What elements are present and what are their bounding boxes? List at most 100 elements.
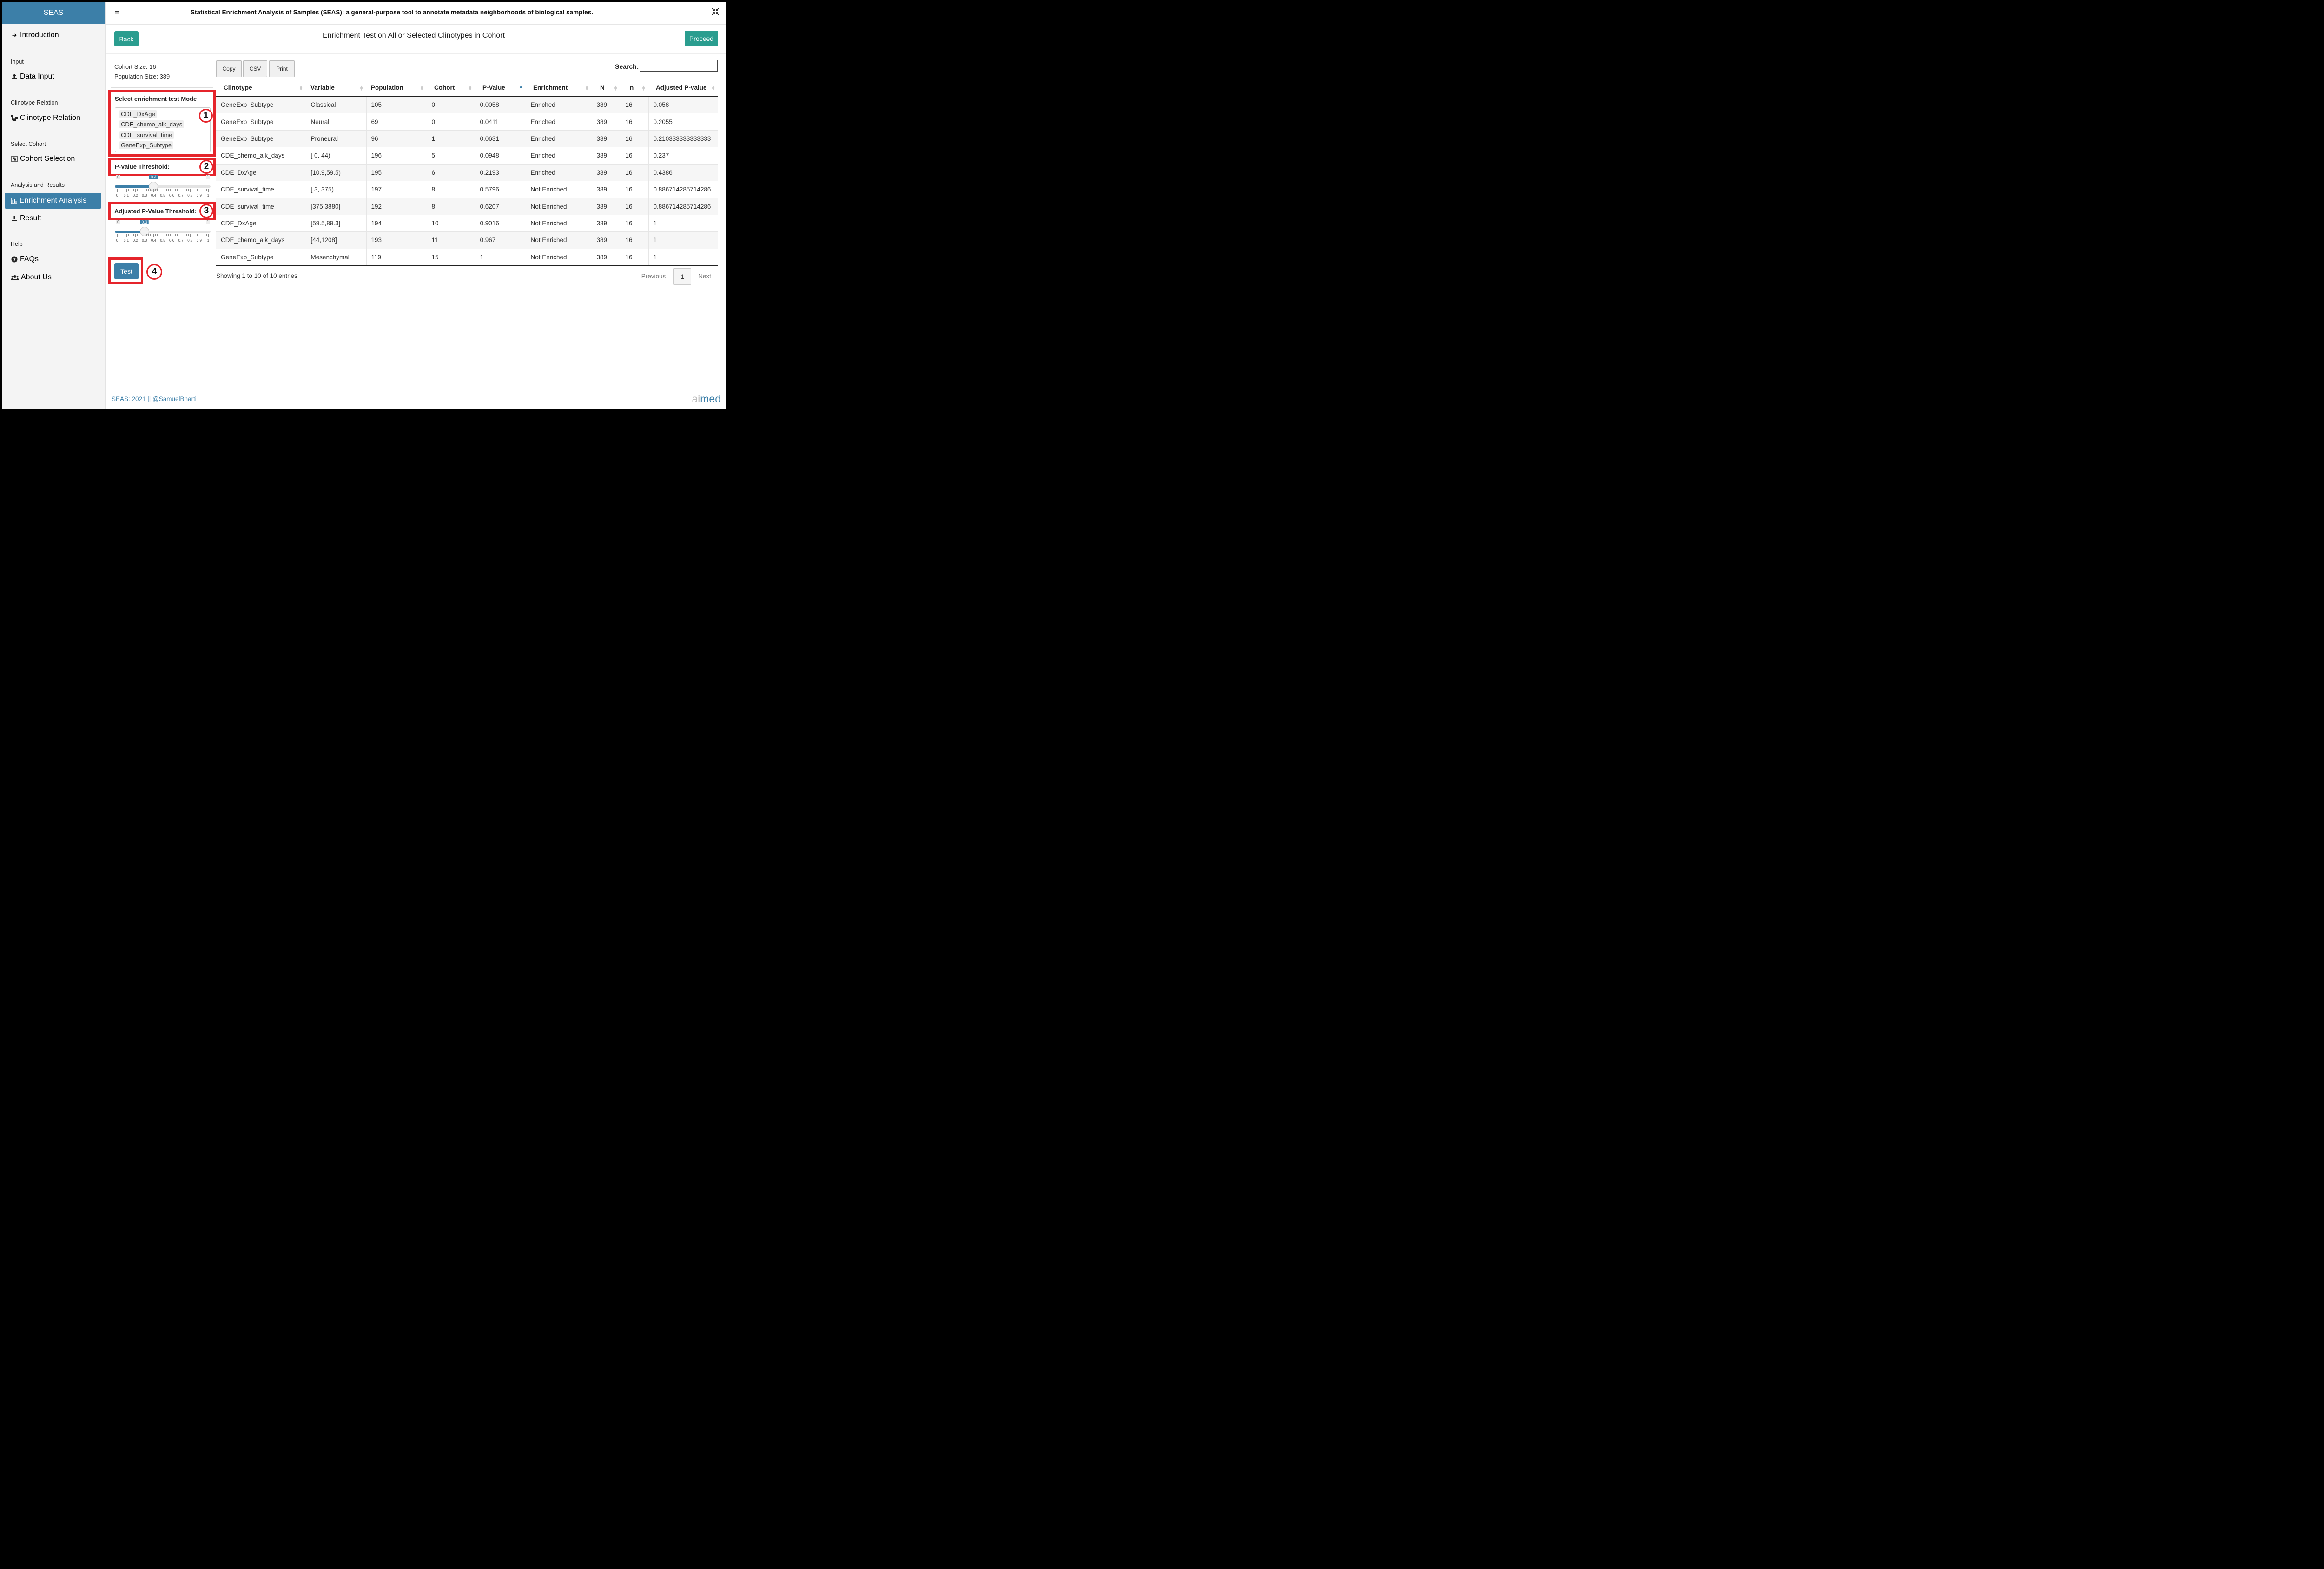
slider-grid-label: 0.2 [132,193,138,198]
page-heading: Enrichment Test on All or Selected Clino… [323,32,505,40]
mode-option[interactable]: CDE_DxAge [119,110,157,118]
slider-tick [206,234,207,236]
mode-option[interactable]: CDE_survival_time [119,131,174,139]
slider-tick [117,189,118,192]
slider-tick [188,189,189,191]
cohort-info: Cohort Size: 16 Population Size: 389 [114,62,170,81]
sidebar: SEAS ➜ Introduction Input Data Input Cli… [2,2,106,409]
slider-grid-label: 0 [116,238,119,243]
column-header-clinotype[interactable]: Clinotype ▲ ▼ [216,79,306,97]
sidebar-item-enrichment-analysis[interactable]: Enrichment Analysis [5,193,101,209]
cell-clinotype: CDE_survival_time [216,180,306,198]
slider-tick [175,234,176,236]
cell-pvalue: 1 [475,248,526,266]
csv-button[interactable]: CSV [243,60,267,77]
cell-enrichment: Enriched [526,147,592,165]
slider-tick [186,189,187,191]
sort-icon: ▲ ▼ [711,84,715,92]
slider-grid-label: 0.1 [124,193,129,198]
cell-adjusted-pvalue: 0.886714285714286 [648,198,718,215]
object-group-icon [11,156,18,162]
slider-tick [148,234,149,236]
sidebar-item-data-input[interactable]: Data Input [11,73,54,81]
cell-n-upper: 389 [592,214,621,232]
compress-icon[interactable] [712,8,719,18]
sidebar-toggle-icon[interactable]: ≡ [115,8,119,18]
cell-n-upper: 389 [592,248,621,266]
adj-pvalue-label: Adjusted P-Value Threshold: [114,208,197,215]
slider-grid-label: 0.6 [169,238,175,243]
test-button[interactable]: Test [114,263,139,279]
column-header-n-lower[interactable]: n ▲ ▼ [621,79,648,97]
slider-grid-label: 0.5 [160,193,165,198]
sidebar-item-result[interactable]: Result [11,214,41,223]
cell-n-upper: 389 [592,231,621,249]
cell-population: 192 [366,198,427,215]
cell-variable: Proneural [306,130,367,147]
slider-tick [153,234,154,237]
sidebar-item-faqs[interactable]: ? FAQs [11,255,39,264]
slider-ticks [115,189,211,192]
sidebar-item-introduction[interactable]: ➜ Introduction [11,31,59,40]
slider-tick [157,189,158,191]
print-button[interactable]: Print [269,60,295,77]
mode-option[interactable]: GeneExp_Subtype [119,141,173,149]
cell-pvalue: 0.0058 [475,96,526,113]
slider-tick [126,189,127,192]
column-header-n-upper[interactable]: N ▲ ▼ [592,79,621,97]
sort-icon: ▲ ▼ [359,84,363,92]
search-input[interactable] [640,60,718,72]
cell-cohort: 10 [427,214,475,232]
table-header-row: Clinotype ▲ ▼ Variable ▲ ▼ Population ▲ ▼ Coho… [216,79,718,97]
cell-variable: [ 3, 375) [306,180,367,198]
sidebar-item-label: Cohort Selection [20,155,75,163]
brand-logo[interactable]: SEAS [2,2,105,24]
sidebar-item-cohort-selection[interactable]: Cohort Selection [11,155,75,163]
cell-population: 96 [366,130,427,147]
back-button[interactable]: Back [114,31,139,46]
cell-cohort: 8 [427,198,475,215]
slider-tick [175,189,176,191]
step-badge-1: 1 [199,109,213,123]
cell-adjusted-pvalue: 0.237 [648,147,718,165]
slider-tick [168,189,169,191]
column-header-variable[interactable]: Variable ▲ ▼ [306,79,366,97]
mode-select[interactable]: CDE_DxAge CDE_chemo_alk_days CDE_surviva… [115,107,211,152]
slider-tick [188,234,189,236]
sort-icon: ▲ ▼ [299,84,303,92]
slider-tick [135,189,136,192]
cell-enrichment: Enriched [526,96,592,113]
adj-pvalue-slider[interactable]: 0 1 0.3 0 0.1 0.2 0.3 0.4 0.5 0.6 0.7 0.8 0.9 1 [115,220,211,243]
cell-cohort: 0 [427,113,475,131]
proceed-button[interactable]: Proceed [685,31,718,46]
slider-tick [148,189,149,191]
cell-clinotype: GeneExp_Subtype [216,96,306,113]
slider-grid-label: 0.5 [160,238,165,243]
slider-grid-label: 0.8 [187,238,193,243]
column-header-cohort[interactable]: Cohort ▲ ▼ [427,79,475,97]
cell-pvalue: 0.5796 [475,180,526,198]
column-header-adjusted-pvalue[interactable]: Adjusted P-value ▲ ▼ [648,79,718,97]
table-row: CDE_chemo_alk_days [44,1208] 193 11 0.967 Not… [216,231,718,249]
slider-min-label: 0 [116,220,120,224]
column-header-pvalue[interactable]: P-Value ▲ [475,79,526,97]
cell-n-upper: 389 [592,113,621,131]
footer-text: SEAS: 2021 || @SamuelBharti [112,396,197,402]
slider-tick [197,234,198,236]
slider-tick [137,189,138,191]
sidebar-item-clinotype-relation[interactable]: Clinotype Relation [11,114,80,122]
column-header-population[interactable]: Population ▲ ▼ [366,79,427,97]
pagination-page-1[interactable]: 1 [673,268,691,285]
pvalue-slider[interactable]: 0 1 0.4 0 0.1 0.2 0.3 0.4 0.5 0.6 0.7 0.8 0.9 1 [115,175,211,198]
pagination-previous[interactable]: Previous [639,268,668,284]
copy-button[interactable]: Copy [216,60,242,77]
cell-pvalue: 0.0631 [475,130,526,147]
column-header-enrichment[interactable]: Enrichment ▲ ▼ [526,79,592,97]
aimed-logo: aimed [692,393,721,405]
sidebar-item-about-us[interactable]: About Us [11,273,52,282]
cell-enrichment: Not Enriched [526,198,592,215]
cell-enrichment: Enriched [526,130,592,147]
cell-population: 196 [366,147,427,165]
mode-option[interactable]: CDE_chemo_alk_days [119,120,184,128]
pagination-next[interactable]: Next [694,268,715,284]
